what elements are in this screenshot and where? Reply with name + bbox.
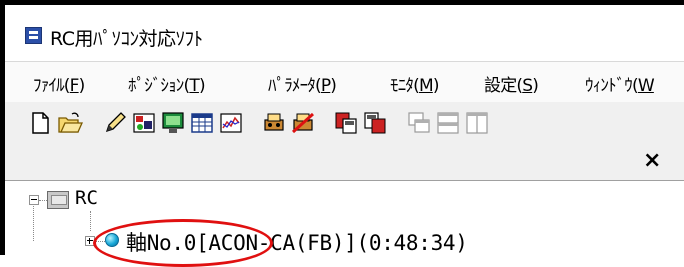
tree-connector-child <box>90 211 91 231</box>
tile-horizontal-icon[interactable] <box>435 110 461 136</box>
axis-tree: RC 軸No.0[ACON-CA(FB)](0:48:34) <box>5 181 684 267</box>
close-icon[interactable]: × <box>643 148 661 173</box>
application-window: RC用ﾊﾟｿｺﾝ対応ｿﾌﾄ ﾌｧｲﾙ(F) ﾎﾟｼﾞｼｮﾝ(T) ﾊﾟﾗﾒｰﾀ(… <box>5 5 684 267</box>
copy-from-controller-icon[interactable] <box>362 110 388 136</box>
position-data-icon[interactable] <box>131 110 157 136</box>
menu-window[interactable]: ｳｨﾝﾄﾞｳ(W <box>585 71 655 96</box>
monitor-icon[interactable] <box>160 110 186 136</box>
menu-bar: ﾌｧｲﾙ(F) ﾎﾟｼﾞｼｮﾝ(T) ﾊﾟﾗﾒｰﾀ(P) ﾓﾆﾀ(M) 設定(S… <box>5 62 684 102</box>
edit-pencil-icon[interactable] <box>102 110 128 136</box>
menu-file[interactable]: ﾌｧｲﾙ(F) <box>33 71 85 96</box>
highlight-annotation <box>93 219 273 267</box>
tree-connector-vertical <box>33 206 34 241</box>
menu-parameter[interactable]: ﾊﾟﾗﾒｰﾀ(P) <box>268 71 337 96</box>
controller-icon <box>47 191 69 209</box>
new-file-icon[interactable] <box>27 110 53 136</box>
copy-to-controller-icon[interactable] <box>333 110 359 136</box>
menu-settings[interactable]: 設定(S) <box>484 71 539 96</box>
cascade-icon[interactable] <box>406 110 432 136</box>
open-folder-icon[interactable] <box>57 110 83 136</box>
axis-disconnect-icon[interactable] <box>290 110 316 136</box>
title-bar: RC用ﾊﾟｿｺﾝ対応ｿﾌﾄ <box>5 5 684 62</box>
window-title: RC用ﾊﾟｿｺﾝ対応ｿﾌﾄ <box>50 28 203 50</box>
axis-connect-icon[interactable] <box>261 110 287 136</box>
panel-header: × <box>5 142 684 181</box>
table-icon[interactable] <box>189 110 215 136</box>
tree-root-label[interactable]: RC <box>75 187 98 209</box>
toolbar <box>5 102 684 142</box>
menu-position[interactable]: ﾎﾟｼﾞｼｮﾝ(T) <box>128 71 206 96</box>
tile-vertical-icon[interactable] <box>464 110 490 136</box>
chart-icon[interactable] <box>218 110 244 136</box>
tree-connector <box>39 200 47 201</box>
menu-monitor[interactable]: ﾓﾆﾀ(M) <box>390 71 439 96</box>
collapse-icon[interactable] <box>29 195 39 205</box>
rc-app-icon[interactable] <box>25 27 42 44</box>
